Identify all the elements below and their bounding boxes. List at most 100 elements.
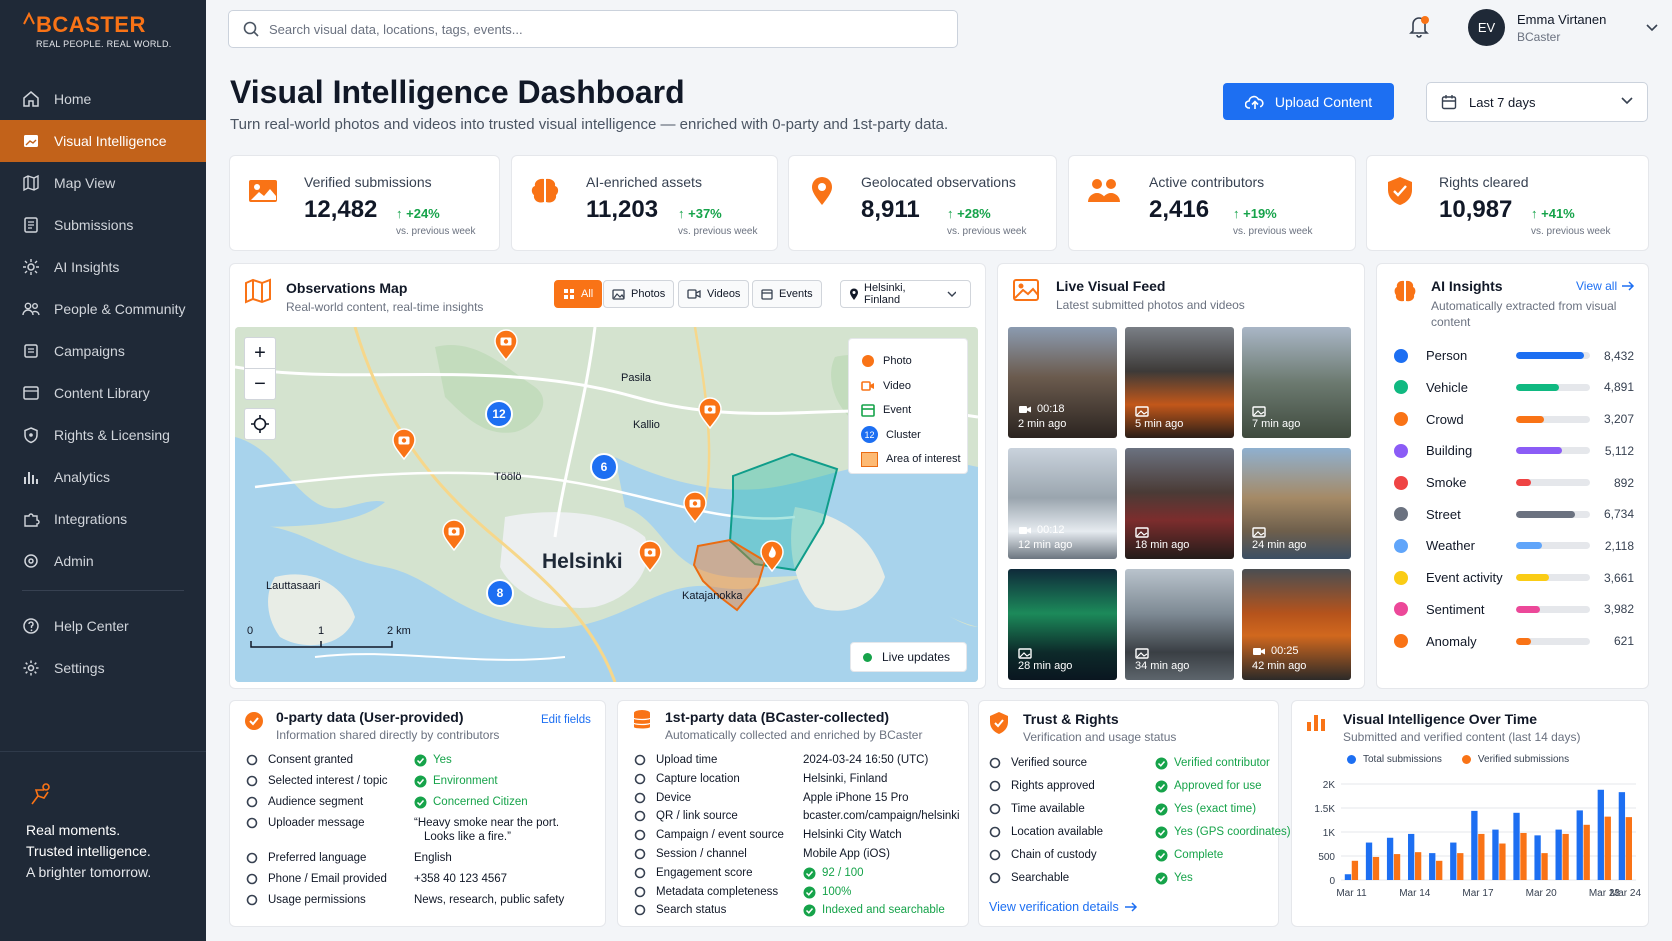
- sidebar-item-admin[interactable]: Admin: [0, 540, 206, 582]
- chart-bar: [1534, 835, 1541, 880]
- feed-thumbnail[interactable]: 00:18 2 min ago: [1008, 327, 1117, 438]
- thumbnail-time: 18 min ago: [1135, 539, 1190, 551]
- chart-bar: [1478, 833, 1485, 880]
- sidebar-item-campaigns[interactable]: Campaigns: [0, 330, 206, 372]
- photo-pin-icon[interactable]: [682, 491, 708, 523]
- filter-events[interactable]: Events: [752, 280, 822, 308]
- live-updates-toggle[interactable]: Live updates: [850, 642, 967, 672]
- feed-thumbnail[interactable]: 5 min ago: [1125, 327, 1234, 438]
- insight-row[interactable]: Anomaly 621: [1392, 625, 1634, 657]
- feed-thumbnail[interactable]: 18 min ago: [1125, 448, 1234, 559]
- y-tick-label: 1K: [1323, 828, 1336, 839]
- map-cluster[interactable]: 6: [590, 453, 618, 481]
- sidebar-item-integrations[interactable]: Integrations: [0, 498, 206, 540]
- insight-row[interactable]: Vehicle 4,891: [1392, 372, 1634, 404]
- chart-bar: [1344, 874, 1352, 880]
- zoom-in-button[interactable]: +: [244, 337, 276, 369]
- check-circle-icon: [414, 754, 427, 767]
- photo-pin-icon[interactable]: [391, 428, 417, 460]
- photo-pin-icon[interactable]: [697, 397, 723, 429]
- insight-label: Building: [1426, 443, 1473, 459]
- data-row-value-text: Yes: [1174, 872, 1193, 884]
- insight-row[interactable]: Sentiment 3,982: [1392, 594, 1634, 626]
- data-row-value-text: 92 / 100: [822, 866, 864, 879]
- insight-row[interactable]: Street 6,734: [1392, 499, 1634, 531]
- location-select[interactable]: Helsinki, Finland: [840, 280, 971, 308]
- chart-bar: [1457, 853, 1464, 880]
- filter-videos[interactable]: Videos: [678, 280, 750, 308]
- filter-all[interactable]: All: [554, 280, 603, 308]
- crosshair-icon: [251, 415, 269, 433]
- photo-pin-icon[interactable]: [441, 519, 467, 551]
- sidebar-item-content-library[interactable]: Content Library: [0, 372, 206, 414]
- feed-thumbnail[interactable]: 28 min ago: [1008, 569, 1117, 680]
- sidebar-item-map-view[interactable]: Map View: [0, 162, 206, 204]
- stat-card-verified[interactable]: Verified submissions 12,482 ↑ +24% vs. p…: [229, 155, 500, 251]
- insight-row[interactable]: Person 8,432: [1392, 340, 1634, 372]
- event-icon: [1394, 570, 1408, 585]
- thumbnail-time: 42 min ago: [1252, 660, 1307, 672]
- data-row-value-text: Helsinki City Watch: [803, 829, 902, 842]
- map-cluster[interactable]: 12: [485, 400, 513, 428]
- fire-pin-icon[interactable]: [759, 540, 785, 572]
- insight-row[interactable]: Smoke 892: [1392, 467, 1634, 499]
- sidebar-item-label: Map View: [54, 175, 116, 191]
- stat-card-contributors[interactable]: Active contributors 2,416 ↑ +19% vs. pre…: [1068, 155, 1356, 251]
- view-all-link[interactable]: View all: [1576, 279, 1635, 293]
- feed-thumbnail[interactable]: 00:12 12 min ago: [1008, 448, 1117, 559]
- view-verification-link[interactable]: View verification details: [989, 900, 1138, 914]
- photo-pin-icon[interactable]: [637, 540, 663, 572]
- legend-verified-label: Verified submissions: [1477, 754, 1570, 765]
- data-row-value: Indexed and searchable: [803, 903, 945, 917]
- insight-row[interactable]: Event activity 3,661: [1392, 562, 1634, 594]
- stat-card-rights[interactable]: Rights cleared 10,987 ↑ +41% vs. previou…: [1366, 155, 1649, 251]
- sidebar-item-analytics[interactable]: Analytics: [0, 456, 206, 498]
- edit-fields-link[interactable]: Edit fields: [541, 714, 591, 726]
- sidebar-item-submissions[interactable]: Submissions: [0, 204, 206, 246]
- feed-thumbnail[interactable]: 24 min ago: [1242, 448, 1351, 559]
- insight-row[interactable]: Weather 2,118: [1392, 530, 1634, 562]
- sidebar-item-settings[interactable]: Settings: [0, 647, 206, 689]
- stat-card-ai-enriched[interactable]: AI-enriched assets 11,203 ↑ +37% vs. pre…: [511, 155, 778, 251]
- user-menu[interactable]: EV Emma Virtanen BCaster: [1468, 9, 1658, 46]
- locate-button[interactable]: [244, 408, 276, 440]
- insight-row[interactable]: Building 5,112: [1392, 435, 1634, 467]
- grid-icon: [564, 289, 574, 299]
- map-cluster[interactable]: 8: [486, 579, 514, 607]
- sidebar-item-rights-licensing[interactable]: Rights & Licensing: [0, 414, 206, 456]
- feed-thumbnail[interactable]: 34 min ago: [1125, 569, 1234, 680]
- sidebar-item-people-community[interactable]: People & Community: [0, 288, 206, 330]
- database-icon: [634, 886, 646, 897]
- thumbnail-time: 24 min ago: [1252, 539, 1307, 551]
- stat-card-geolocated[interactable]: Geolocated observations 8,911 ↑ +28% vs.…: [788, 155, 1057, 251]
- thumbnail-meta: 00:18 2 min ago: [1018, 402, 1066, 432]
- date-range-select[interactable]: Last 7 days: [1426, 82, 1648, 122]
- sidebar-item-help-center[interactable]: Help Center: [0, 605, 206, 647]
- legend-swatch-total: [1347, 755, 1356, 764]
- upload-content-button[interactable]: Upload Content: [1223, 83, 1394, 120]
- photo-icon: [1135, 406, 1149, 417]
- feed-thumbnail[interactable]: 00:25 42 min ago: [1242, 569, 1351, 680]
- sidebar-item-label: People & Community: [54, 301, 186, 317]
- search-input[interactable]: Search visual data, locations, tags, eve…: [228, 10, 958, 48]
- notifications-button[interactable]: [1408, 14, 1430, 38]
- data-row-value-text: 2024-03-24 16:50 (UTC): [803, 754, 929, 766]
- data-row-label: QR / link source: [656, 810, 738, 823]
- brand-logo[interactable]: BCASTER REAL PEOPLE. REAL WORLD.: [22, 12, 172, 49]
- insight-row[interactable]: Crowd 3,207: [1392, 403, 1634, 435]
- filter-photos[interactable]: Photos: [603, 280, 675, 308]
- data-row-key: Device: [634, 791, 691, 805]
- sidebar-item-ai-insights[interactable]: AI Insights: [0, 246, 206, 288]
- document-icon: [24, 217, 38, 233]
- sidebar-item-visual-intelligence[interactable]: Visual Intelligence: [0, 120, 206, 162]
- photo-pin-icon[interactable]: [493, 329, 519, 361]
- chart-bar: [1408, 833, 1415, 880]
- feed-thumbnail[interactable]: 7 min ago: [1242, 327, 1351, 438]
- promo-line-2: Trusted intelligence.: [26, 843, 151, 859]
- sidebar-item-home[interactable]: Home: [0, 78, 206, 120]
- insight-label: Crowd: [1426, 411, 1464, 427]
- check-circle-icon: [803, 904, 816, 917]
- insight-label: Person: [1426, 348, 1468, 364]
- zoom-out-button[interactable]: −: [244, 368, 276, 400]
- chart-subtitle: Submitted and verified content (last 14 …: [1343, 730, 1581, 744]
